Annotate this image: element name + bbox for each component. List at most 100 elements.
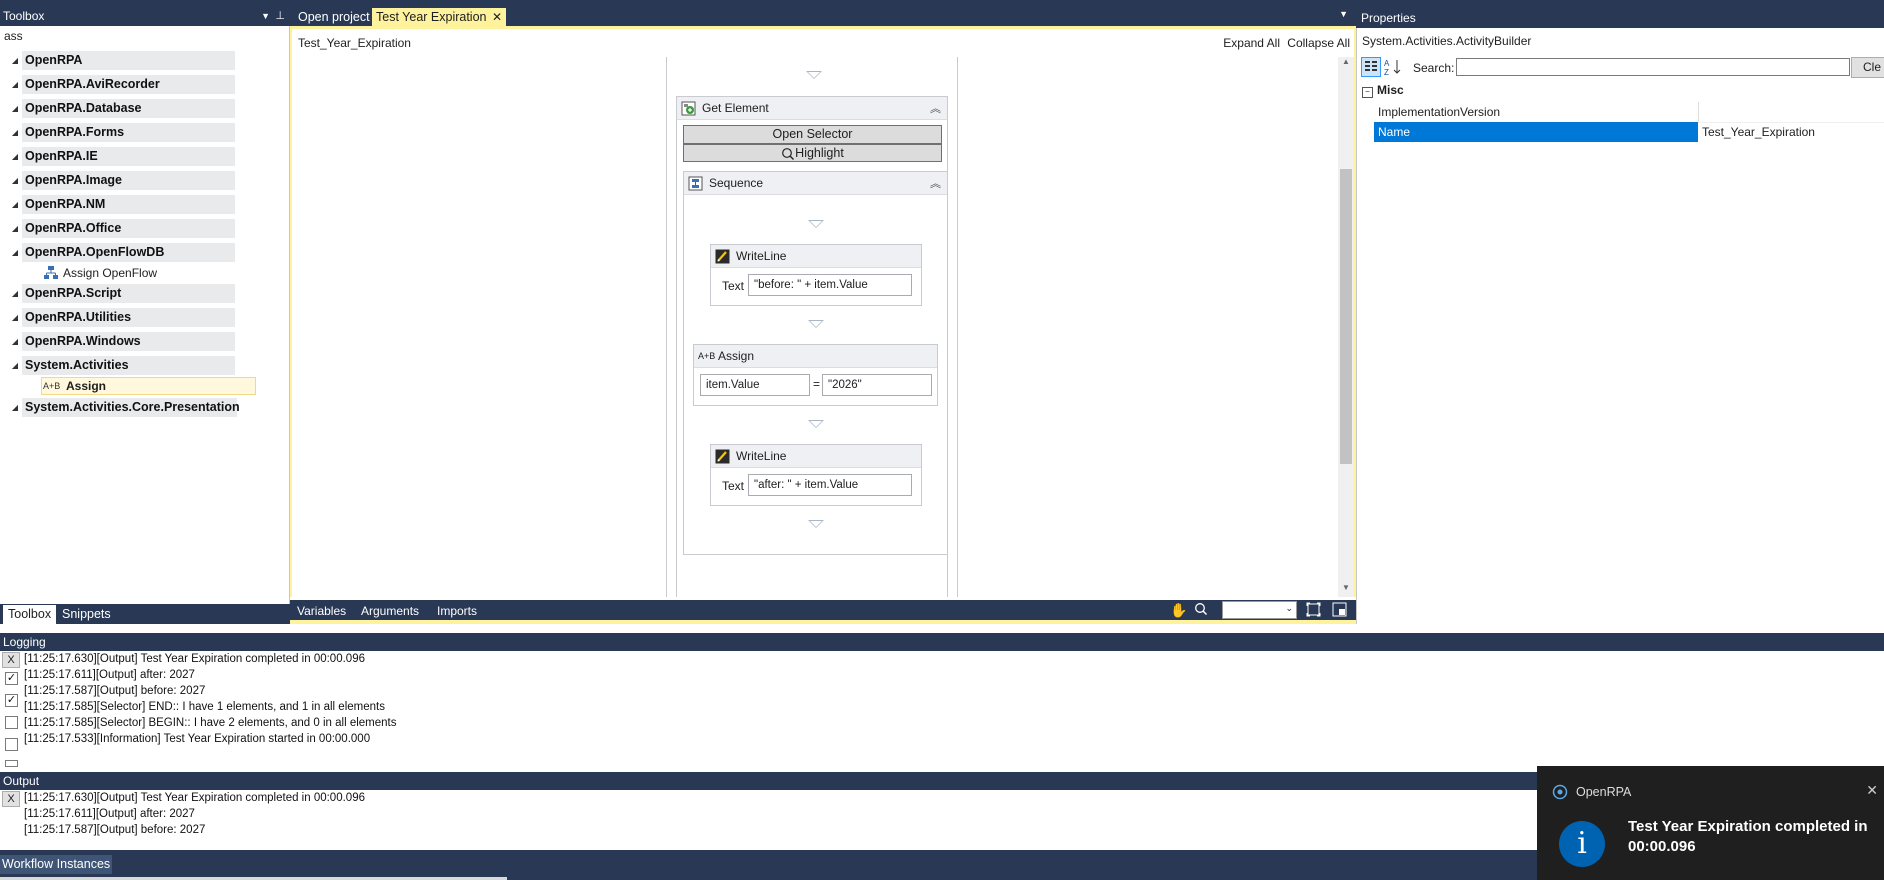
toolbox-group[interactable]: ◢ OpenRPA.NM (8, 194, 235, 214)
expand-arrow-icon[interactable]: ◢ (8, 248, 22, 257)
scroll-down-icon[interactable]: ▼ (1342, 583, 1350, 592)
assign-activity[interactable]: A+B Assign item.Value = "2026" (693, 344, 938, 406)
toolbox-item-assign-openflow[interactable]: Assign OpenFlow (43, 264, 157, 282)
collapse-box-icon[interactable]: − (1362, 87, 1373, 98)
breadcrumb[interactable]: Test_Year_Expiration (298, 36, 411, 50)
category-misc[interactable]: − Misc (1362, 83, 1404, 98)
expand-arrow-icon[interactable]: ◢ (8, 128, 22, 137)
expand-arrow-icon[interactable]: ◢ (8, 104, 22, 113)
assign-to-input[interactable]: item.Value (700, 374, 810, 396)
toolbox-group[interactable]: ◢ System.Activities (8, 355, 235, 375)
assign-header[interactable]: A+B Assign (694, 345, 937, 368)
clear-logging-button[interactable]: X (2, 652, 20, 668)
tab-toolbox[interactable]: Toolbox (3, 605, 57, 624)
dropdown-icon[interactable]: ▼ (261, 8, 270, 25)
expand-all-button[interactable]: Expand All (1223, 36, 1280, 50)
expand-arrow-icon[interactable]: ◢ (8, 224, 22, 233)
pin-icon[interactable]: ⊥ (275, 8, 285, 25)
designer-bottom-accent (290, 620, 1356, 624)
toolbox-group-label: OpenRPA.Script (22, 283, 235, 303)
writeline-title: WriteLine (736, 249, 787, 263)
expand-arrow-icon[interactable]: ◢ (8, 56, 22, 65)
expand-arrow-icon[interactable]: ◢ (8, 152, 22, 161)
property-row[interactable]: ImplementationVersion (1374, 102, 1884, 123)
expand-arrow-icon[interactable]: ◢ (8, 403, 22, 412)
expand-arrow-icon[interactable]: ◢ (8, 176, 22, 185)
log-line: [11:25:17.533][Information] Test Year Ex… (24, 733, 371, 745)
clear-search-button[interactable]: Cle (1851, 57, 1884, 78)
sequence-activity[interactable]: Sequence ︽ WriteLine Text "before: " + i… (683, 171, 948, 555)
writeline-header[interactable]: WriteLine (711, 245, 921, 268)
checkbox-partial[interactable] (5, 760, 18, 767)
tab-snippets[interactable]: Snippets (62, 605, 111, 624)
checkbox-selector[interactable] (5, 716, 18, 729)
toolbox-item-label: Assign OpenFlow (63, 266, 158, 280)
alphabetical-sort-button[interactable]: AZ (1383, 57, 1403, 77)
tab-variables[interactable]: Variables (297, 603, 346, 619)
designer-canvas[interactable]: Get Element ︽ Open Selector Highlight Se… (290, 57, 1356, 597)
toolbox-group[interactable]: ◢ System.Activities.Core.Presentation (8, 397, 240, 417)
expand-arrow-icon[interactable]: ◢ (8, 200, 22, 209)
clear-output-button[interactable]: X (2, 791, 20, 807)
toolbox-item-assign[interactable]: A+B Assign (41, 377, 256, 395)
open-selector-button[interactable]: Open Selector (683, 125, 942, 144)
expand-arrow-icon[interactable]: ◢ (8, 289, 22, 298)
vertical-scrollbar[interactable]: ▲ ▼ (1338, 57, 1354, 597)
checkbox-verbose[interactable] (5, 738, 18, 751)
toolbox-group[interactable]: ◢ OpenRPA.AviRecorder (8, 74, 235, 94)
sequence-header[interactable]: Sequence ︽ (684, 172, 947, 195)
tab-test-year-expiration[interactable]: Test Year Expiration ✕ (372, 8, 507, 27)
toolbox-group[interactable]: ◢ OpenRPA (8, 50, 235, 70)
property-row-selected[interactable]: Name Test_Year_Expiration (1374, 122, 1884, 142)
collapse-icon[interactable]: ︽ (930, 100, 941, 116)
toolbox-group[interactable]: ◢ OpenRPA.Script (8, 283, 235, 303)
toast-notification[interactable]: OpenRPA ✕ i Test Year Expiration complet… (1537, 766, 1884, 880)
zoom-search-icon[interactable] (1194, 602, 1208, 616)
checkbox-output[interactable]: ✓ (5, 672, 18, 685)
writeline-activity-before[interactable]: WriteLine Text "before: " + item.Value (710, 244, 922, 306)
pan-hand-icon[interactable]: ✋ (1170, 602, 1187, 619)
close-icon[interactable]: ✕ (492, 10, 502, 24)
toolbox-group[interactable]: ◢ OpenRPA.Windows (8, 331, 235, 351)
property-value[interactable] (1698, 102, 1884, 122)
expand-arrow-icon[interactable]: ◢ (8, 361, 22, 370)
writeline-text-input[interactable]: "after: " + item.Value (748, 474, 912, 496)
get-element-activity[interactable]: Get Element ︽ Open Selector Highlight Se… (676, 96, 948, 597)
tab-imports[interactable]: Imports (437, 603, 477, 619)
toolbox-group[interactable]: ◢ OpenRPA.OpenFlowDB (8, 242, 235, 262)
get-element-header[interactable]: Get Element ︽ (677, 97, 947, 120)
toolbox-search-input[interactable]: ass (2, 28, 287, 45)
tab-arguments[interactable]: Arguments (361, 603, 419, 619)
tab-workflow-instances[interactable]: Workflow Instances (0, 855, 113, 874)
checkbox-information[interactable]: ✓ (5, 694, 18, 707)
expand-arrow-icon[interactable]: ◢ (8, 313, 22, 322)
scroll-up-icon[interactable]: ▲ (1342, 57, 1350, 66)
writeline-text-input[interactable]: "before: " + item.Value (748, 274, 912, 296)
close-icon[interactable]: ✕ (1866, 782, 1878, 799)
toolbox-group-label: OpenRPA.Forms (22, 122, 235, 142)
toolbox-group[interactable]: ◢ OpenRPA.Database (8, 98, 235, 118)
toolbox-group[interactable]: ◢ OpenRPA.Image (8, 170, 235, 190)
properties-search-input[interactable] (1456, 58, 1850, 76)
drop-arrow (808, 320, 824, 328)
writeline-activity-after[interactable]: WriteLine Text "after: " + item.Value (710, 444, 922, 506)
toolbox-group[interactable]: ◢ OpenRPA.IE (8, 146, 235, 166)
toolbox-group[interactable]: ◢ OpenRPA.Office (8, 218, 235, 238)
zoom-select[interactable]: ⌄ (1222, 601, 1297, 619)
expand-arrow-icon[interactable]: ◢ (8, 80, 22, 89)
collapse-all-button[interactable]: Collapse All (1287, 36, 1350, 50)
writeline-header[interactable]: WriteLine (711, 445, 921, 468)
assign-value-input[interactable]: "2026" (822, 374, 932, 396)
overflow-dropdown-icon[interactable]: ▼ (1339, 9, 1348, 19)
collapse-icon[interactable]: ︽ (930, 175, 941, 191)
scrollbar-thumb[interactable] (1340, 169, 1352, 464)
expand-arrow-icon[interactable]: ◢ (8, 337, 22, 346)
overview-map-icon[interactable] (1332, 602, 1347, 617)
tab-open-project[interactable]: Open project (294, 8, 374, 27)
fit-to-screen-icon[interactable] (1306, 602, 1321, 617)
toolbox-group[interactable]: ◢ OpenRPA.Utilities (8, 307, 235, 327)
toolbox-group[interactable]: ◢ OpenRPA.Forms (8, 122, 235, 142)
property-value[interactable]: Test_Year_Expiration (1698, 122, 1884, 142)
categorized-sort-button[interactable] (1361, 57, 1381, 77)
highlight-button[interactable]: Highlight (683, 144, 942, 162)
